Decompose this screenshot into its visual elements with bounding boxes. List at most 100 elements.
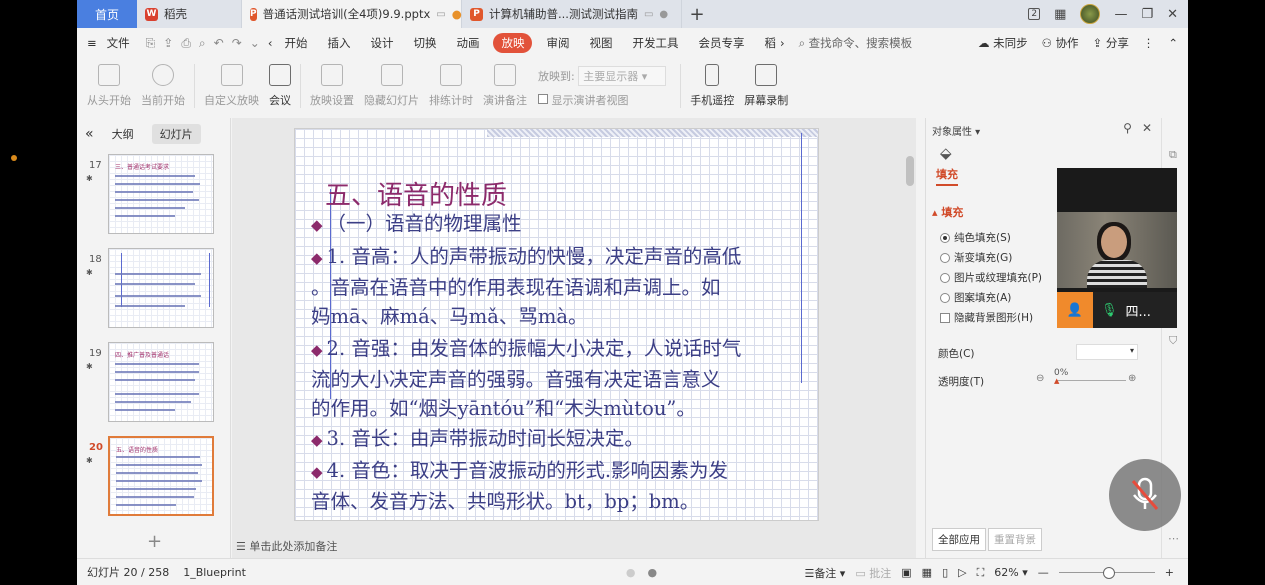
- scroll-thumb[interactable]: [906, 156, 914, 186]
- slide-thumbnail-18[interactable]: 18 ✱: [77, 248, 231, 330]
- from-start-button[interactable]: 从头开始: [87, 62, 131, 108]
- menu-transition[interactable]: 切换: [403, 35, 446, 51]
- color-picker[interactable]: ▾: [1076, 344, 1138, 360]
- menu-file[interactable]: 文件: [107, 35, 140, 51]
- tab-document-2[interactable]: P 计算机辅助普...测试测试指南 ▭ ●: [462, 0, 682, 28]
- zoom-level[interactable]: 62% ▾: [994, 566, 1027, 579]
- layout-icon[interactable]: ⧉: [1169, 148, 1177, 162]
- comments-toggle[interactable]: ▭ 批注: [855, 565, 891, 581]
- play-view-icon[interactable]: ▷: [958, 566, 966, 579]
- tab-document-1[interactable]: P 普通话测试培训(全4项)9.9.pptx ▭ ●: [242, 0, 462, 28]
- fill-picture-option[interactable]: 图片或纹理填充(P): [940, 270, 1042, 285]
- user-avatar[interactable]: [1080, 4, 1101, 24]
- sorter-view-icon[interactable]: ▦: [922, 566, 932, 579]
- transparency-slider[interactable]: ▲: [1054, 377, 1126, 385]
- close-tab-icon[interactable]: ●: [659, 9, 668, 20]
- tab-fill[interactable]: 填充: [936, 166, 958, 186]
- show-settings-button[interactable]: 放映设置: [310, 62, 354, 108]
- menu-design[interactable]: 设计: [360, 35, 403, 51]
- collapse-ribbon-icon[interactable]: ⌃: [1168, 36, 1178, 50]
- radio[interactable]: [940, 252, 950, 263]
- slide-thumbnail-17[interactable]: 17 ✱ 三、普通话考试要求: [77, 154, 231, 236]
- phone-remote-button[interactable]: 手机遥控: [690, 62, 734, 108]
- play-to-select[interactable]: 主要显示器 ▾: [578, 66, 667, 86]
- hamburger-icon[interactable]: ≡: [77, 36, 107, 50]
- minimize-icon[interactable]: —: [1114, 7, 1127, 22]
- save-icon[interactable]: ⎘: [146, 36, 156, 51]
- notes-hint[interactable]: ☰ 单击此处添加备注: [236, 538, 337, 554]
- zoom-slider[interactable]: [1058, 567, 1155, 579]
- presenter-view-checkbox[interactable]: [538, 94, 548, 104]
- transparency-plus-icon[interactable]: ⊕: [1128, 373, 1136, 384]
- more-icon[interactable]: ⌄: [250, 36, 260, 51]
- meeting-button[interactable]: 会议: [269, 62, 291, 108]
- custom-show-button[interactable]: 自定义放映: [204, 62, 259, 108]
- rehearse-timings-button[interactable]: 排练计时: [429, 62, 473, 108]
- menu-animation[interactable]: 动画: [446, 35, 489, 51]
- reset-background-button[interactable]: 重置背景: [988, 528, 1042, 551]
- presenter-view-row[interactable]: 显示演讲者视图: [538, 92, 666, 108]
- notes-toggle[interactable]: ☰备注 ▾: [804, 565, 845, 581]
- menu-insert[interactable]: 插入: [317, 35, 360, 51]
- window-count-badge[interactable]: 2: [1028, 8, 1041, 20]
- tab-outline[interactable]: 大纲: [104, 124, 142, 144]
- share-button[interactable]: ⇪ 分享: [1093, 35, 1129, 51]
- sync-status[interactable]: ☁ 未同步: [978, 35, 1028, 51]
- microphone-icon[interactable]: 🎙: [1101, 303, 1118, 318]
- slider-handle-icon[interactable]: ▲: [1054, 377, 1059, 385]
- menu-start[interactable]: 开始: [274, 35, 317, 51]
- hide-background-option[interactable]: 隐藏背景图形(H): [940, 310, 1033, 325]
- fill-pattern-option[interactable]: 图案填充(A): [940, 290, 1011, 305]
- speaker-notes-button[interactable]: 演讲备注: [483, 62, 527, 108]
- menu-view[interactable]: 视图: [579, 35, 622, 51]
- normal-view-icon[interactable]: ▣: [901, 566, 911, 579]
- reading-view-icon[interactable]: ▯: [942, 566, 948, 579]
- menu-scroll-right-icon[interactable]: ›: [778, 36, 787, 50]
- collapse-panel-icon[interactable]: «: [85, 126, 94, 142]
- radio[interactable]: [940, 272, 950, 283]
- new-tab-button[interactable]: +: [682, 0, 712, 28]
- grid-icon[interactable]: ▦: [1054, 7, 1066, 22]
- radio[interactable]: [940, 292, 950, 303]
- tab-slides[interactable]: 幻灯片: [151, 124, 201, 144]
- transparency-minus-icon[interactable]: ⊖: [1036, 373, 1044, 384]
- print-icon[interactable]: ⎙: [181, 36, 191, 51]
- fill-solid-option[interactable]: 纯色填充(S): [940, 230, 1011, 245]
- menu-review[interactable]: 审阅: [536, 35, 579, 51]
- slide-thumbnail-19[interactable]: 19 ✱ 四、推广普及普通话: [77, 342, 231, 424]
- fill-section-header[interactable]: ▴ 填充: [932, 204, 963, 220]
- canvas-scrollbar[interactable]: [904, 118, 916, 558]
- preview-icon[interactable]: ⌕: [199, 36, 206, 51]
- export-icon[interactable]: ⇪: [163, 36, 173, 51]
- collaborate-button[interactable]: ⚇ 协作: [1042, 35, 1079, 51]
- fill-gradient-option[interactable]: 渐变填充(G): [940, 250, 1012, 265]
- undo-icon[interactable]: ↶: [214, 36, 224, 51]
- zoom-out-icon[interactable]: —: [1038, 566, 1049, 579]
- menu-scroll-left-icon[interactable]: ‹: [266, 36, 275, 50]
- from-current-button[interactable]: 当前开始: [141, 62, 185, 108]
- menu-slideshow[interactable]: 放映: [493, 33, 533, 53]
- restore-icon[interactable]: ❐: [1141, 7, 1153, 22]
- menu-member[interactable]: 会员专享: [688, 35, 754, 51]
- redo-icon[interactable]: ↷: [232, 36, 242, 51]
- menu-docer[interactable]: 稻: [754, 35, 778, 51]
- radio-selected[interactable]: [940, 232, 950, 243]
- apply-all-button[interactable]: 全部应用: [932, 528, 986, 551]
- checkbox[interactable]: [940, 312, 950, 323]
- slide[interactable]: 五、语音的性质 ◆ （一）语音的物理属性 ◆ 1. 音高：人的声带振动的快慢，决定声…: [294, 128, 819, 521]
- panel-title[interactable]: 对象属性 ▾: [932, 123, 980, 138]
- close-panel-icon[interactable]: ✕: [1142, 121, 1152, 135]
- zoom-in-icon[interactable]: +: [1165, 566, 1174, 579]
- menu-developer[interactable]: 开发工具: [622, 35, 688, 51]
- tab-wps[interactable]: W 稻壳: [137, 0, 242, 28]
- screen-record-button[interactable]: 屏幕录制: [744, 62, 788, 108]
- hide-slide-button[interactable]: 隐藏幻灯片: [364, 62, 419, 108]
- pin-icon[interactable]: ⚲: [1123, 121, 1132, 135]
- slide-thumbnail-20[interactable]: 20 ✱ 五、语音的性质: [77, 436, 231, 518]
- search-box[interactable]: ⌕ 查找命令、搜索模板: [799, 35, 913, 51]
- fit-window-icon[interactable]: ⛶: [977, 566, 985, 580]
- shield-icon[interactable]: ⛉: [1169, 334, 1177, 348]
- close-window-icon[interactable]: ✕: [1167, 7, 1178, 22]
- tab-home[interactable]: 首页: [77, 0, 137, 28]
- more-menu-icon[interactable]: ⋮: [1143, 36, 1155, 50]
